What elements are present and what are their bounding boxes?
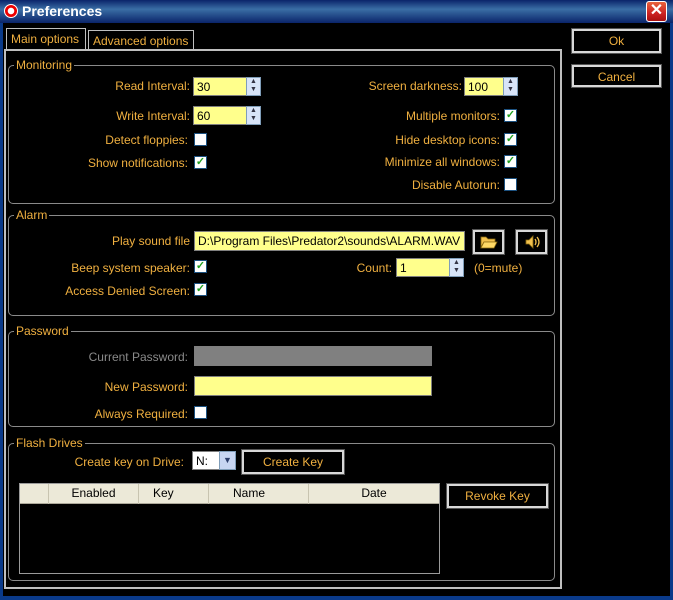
title-bar: Preferences ✕ [0, 0, 673, 23]
always-required-label: Always Required: [94, 407, 188, 421]
spin-up-icon[interactable]: ▲ [504, 78, 517, 86]
ok-button[interactable]: Ok [571, 28, 662, 54]
play-sound-button[interactable] [515, 229, 548, 255]
read-interval-label: Read Interval: [115, 79, 190, 93]
spin-up-icon[interactable]: ▲ [247, 107, 260, 115]
screen-darkness-input[interactable]: 100 [464, 77, 504, 96]
access-denied-screen-checkbox[interactable]: ✓ [194, 283, 207, 296]
speaker-icon [525, 235, 540, 249]
disable-autorun-label: Disable Autorun: [411, 178, 500, 192]
spin-down-icon[interactable]: ▼ [247, 115, 260, 123]
revoke-key-button[interactable]: Revoke Key [446, 483, 549, 509]
multiple-monitors-label: Multiple monitors: [405, 109, 500, 123]
browse-sound-button[interactable] [472, 229, 505, 255]
detect-floppies-label: Detect floppies: [105, 133, 188, 147]
flash-drives-legend: Flash Drives [14, 436, 85, 450]
keys-list-header: Enabled Key Name Date [20, 484, 439, 504]
hide-desktop-icons-label: Hide desktop icons: [395, 133, 500, 147]
spin-down-icon[interactable]: ▼ [247, 86, 260, 94]
close-button[interactable]: ✕ [646, 1, 667, 22]
column-header-name[interactable]: Name [209, 484, 309, 504]
folder-open-icon [480, 236, 498, 249]
multiple-monitors-checkbox[interactable]: ✓ [504, 109, 517, 122]
count-spinner[interactable]: ▲ ▼ [449, 258, 464, 277]
create-key-on-drive-label: Create key on Drive: [74, 455, 184, 469]
minimize-all-windows-label: Minimize all windows: [384, 155, 500, 169]
cancel-button[interactable]: Cancel [571, 64, 662, 88]
current-password-input[interactable] [194, 346, 432, 366]
detect-floppies-checkbox[interactable] [194, 133, 207, 146]
spin-down-icon[interactable]: ▼ [504, 86, 517, 94]
spin-down-icon[interactable]: ▼ [450, 267, 463, 275]
column-header-date[interactable]: Date [309, 484, 439, 504]
screen-darkness-label: Screen darkness: [368, 79, 462, 93]
current-password-label: Current Password: [88, 350, 188, 364]
window-title: Preferences [22, 3, 103, 19]
minimize-all-windows-checkbox[interactable]: ✓ [504, 155, 517, 168]
column-header-enabled[interactable]: Enabled [49, 484, 139, 504]
access-denied-screen-label: Access Denied Screen: [65, 284, 190, 298]
spin-up-icon[interactable]: ▲ [247, 78, 260, 86]
alarm-legend: Alarm [14, 208, 50, 222]
drive-select[interactable]: N: [192, 451, 220, 470]
always-required-checkbox[interactable] [194, 406, 207, 419]
count-input[interactable]: 1 [396, 258, 450, 277]
count-hint: (0=mute) [474, 261, 523, 275]
chevron-down-icon[interactable]: ▼ [219, 451, 236, 470]
write-interval-label: Write Interval: [116, 109, 190, 123]
column-header-select[interactable] [20, 484, 49, 504]
count-label: Count: [356, 261, 392, 275]
show-notifications-label: Show notifications: [87, 156, 188, 170]
sound-file-input[interactable]: D:\Program Files\Predator2\sounds\ALARM.… [194, 231, 465, 251]
read-interval-input[interactable]: 30 [193, 77, 247, 96]
keys-list[interactable]: Enabled Key Name Date [19, 483, 440, 574]
show-notifications-checkbox[interactable]: ✓ [194, 156, 207, 169]
play-sound-file-label: Play sound file [111, 234, 190, 248]
write-interval-spinner[interactable]: ▲ ▼ [246, 106, 261, 125]
disable-autorun-checkbox[interactable] [504, 178, 517, 191]
spin-up-icon[interactable]: ▲ [450, 259, 463, 267]
create-key-button[interactable]: Create Key [241, 449, 345, 475]
screen-darkness-spinner[interactable]: ▲ ▼ [503, 77, 518, 96]
app-icon [4, 4, 18, 18]
new-password-label: New Password: [104, 380, 188, 394]
beep-system-speaker-checkbox[interactable]: ✓ [194, 260, 207, 273]
new-password-input[interactable] [194, 376, 432, 396]
hide-desktop-icons-checkbox[interactable]: ✓ [504, 133, 517, 146]
read-interval-spinner[interactable]: ▲ ▼ [246, 77, 261, 96]
monitoring-legend: Monitoring [14, 58, 75, 72]
column-header-key[interactable]: Key [139, 484, 209, 504]
password-legend: Password [14, 324, 71, 338]
beep-system-speaker-label: Beep system speaker: [71, 261, 190, 275]
write-interval-input[interactable]: 60 [193, 106, 247, 125]
